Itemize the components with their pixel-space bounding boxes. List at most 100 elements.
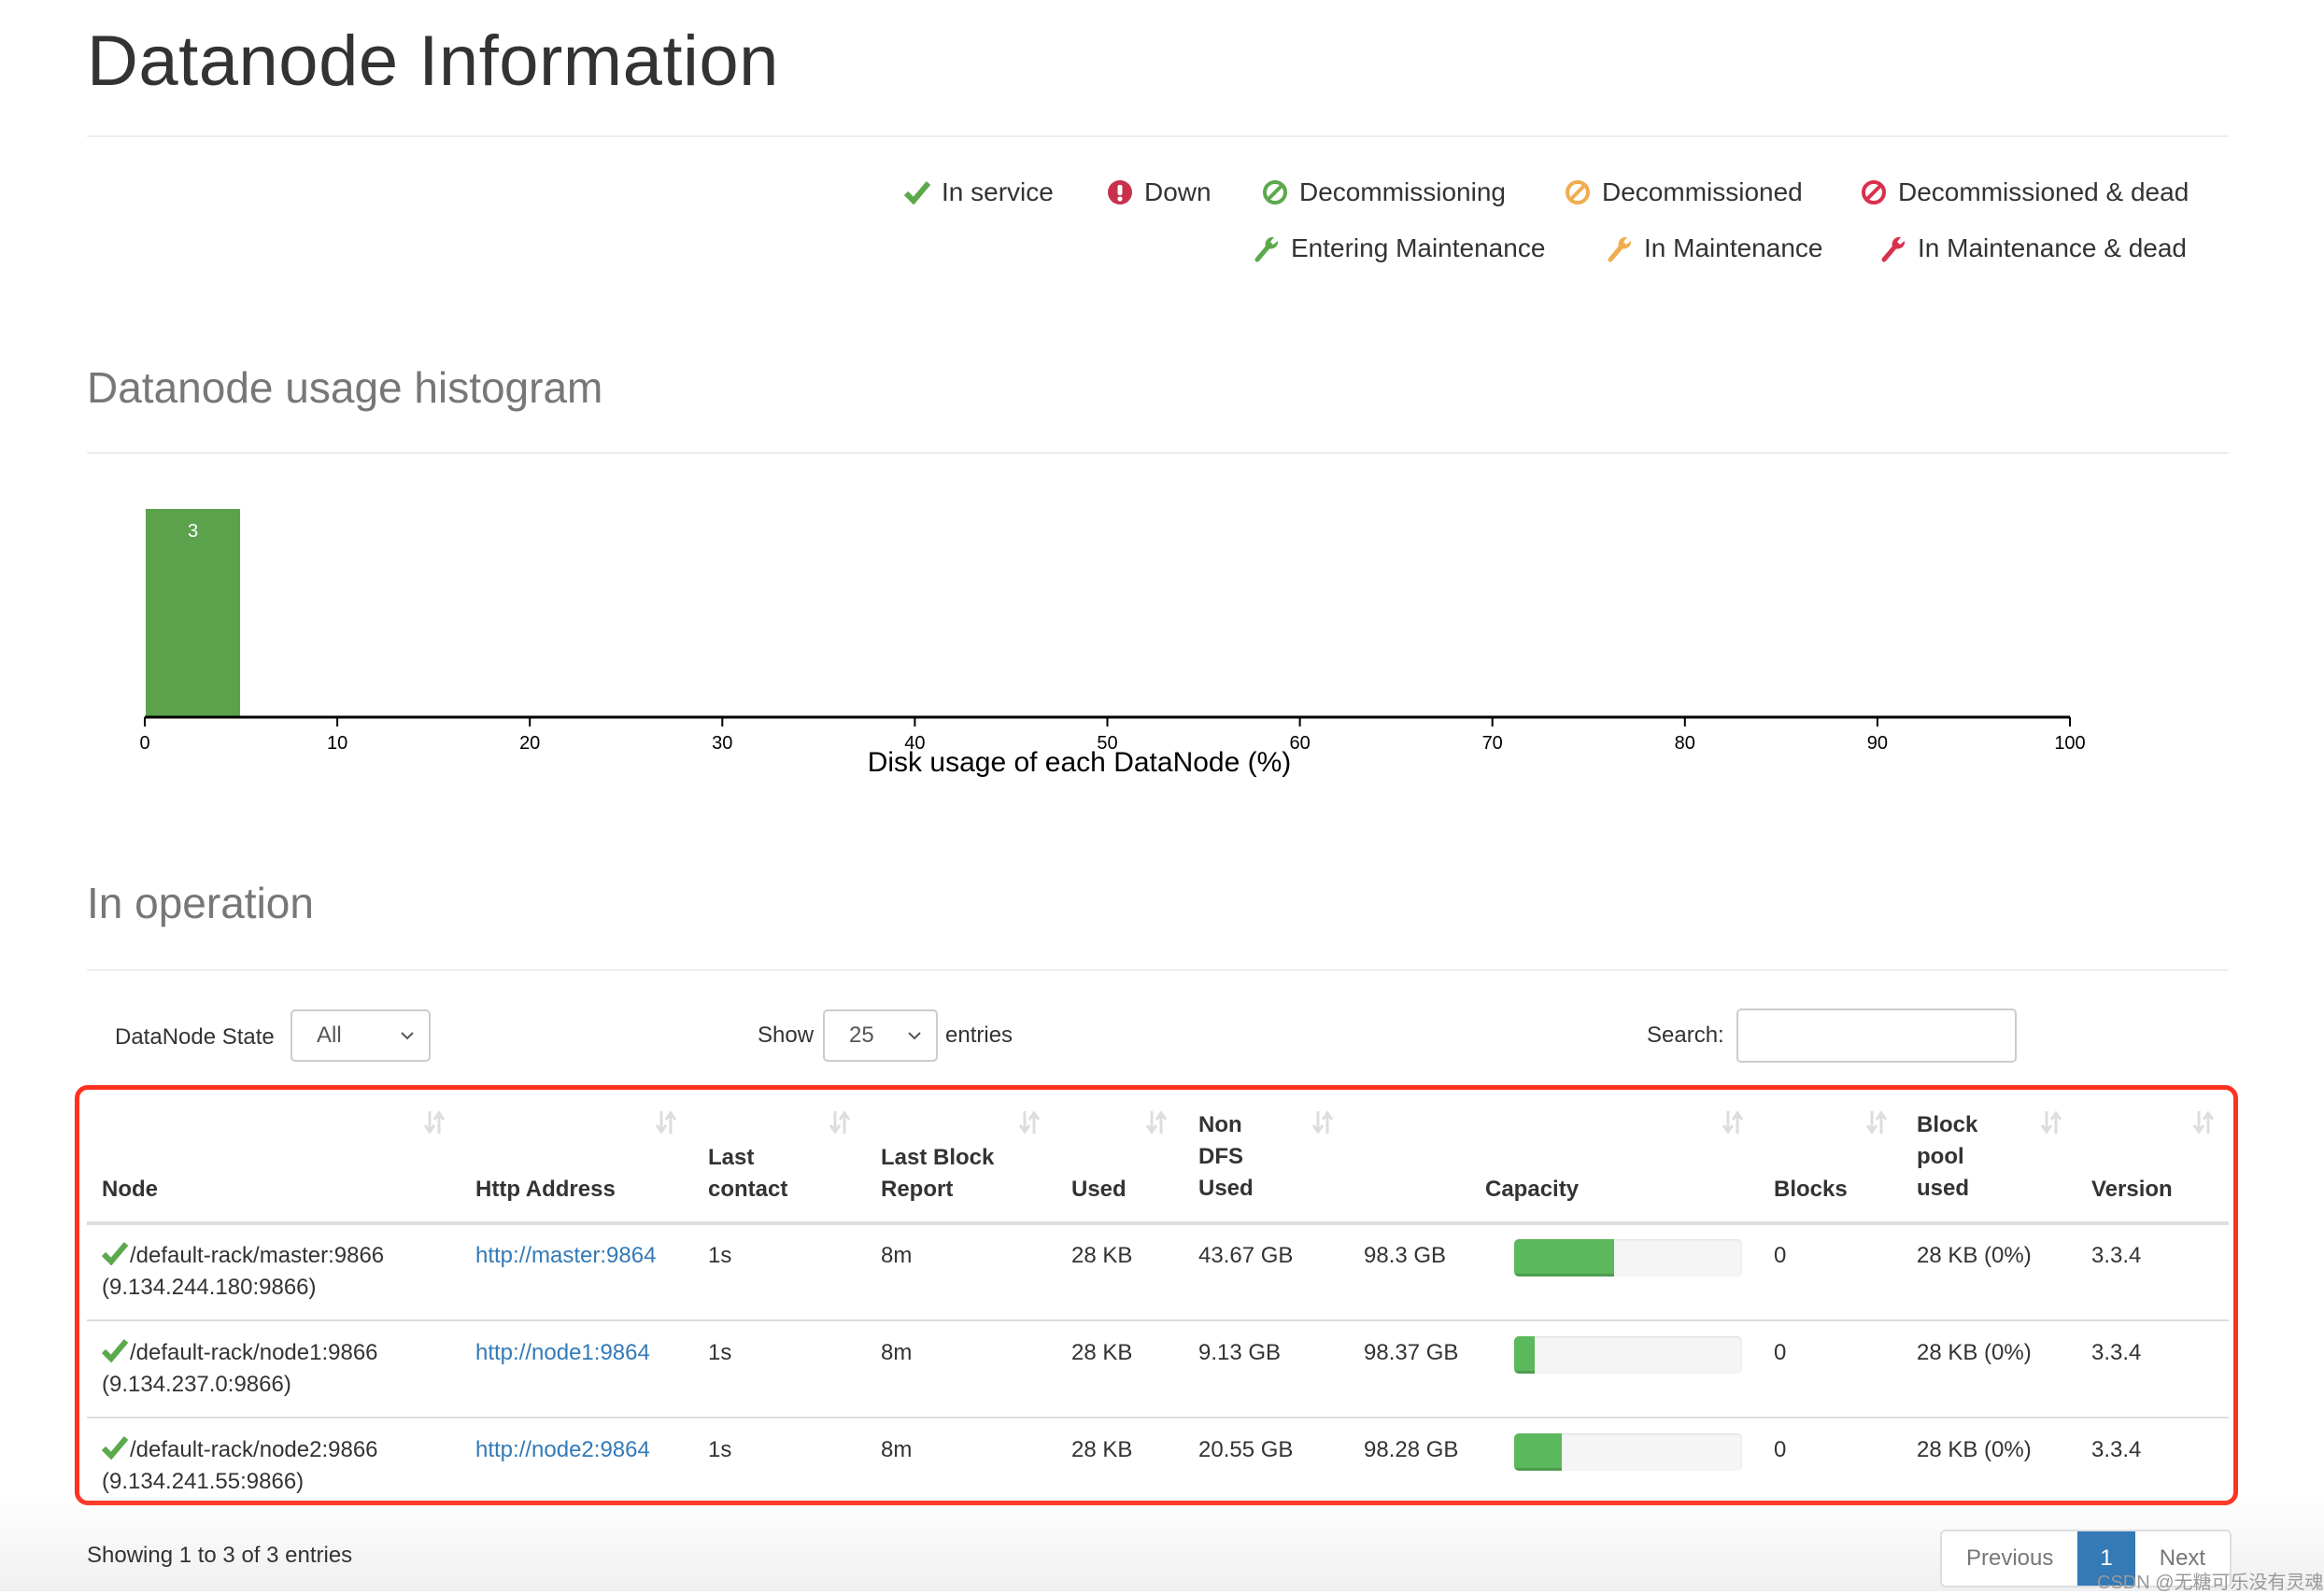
block-pool-used: 28 KB (0%) — [1917, 1243, 2032, 1268]
page-size-select[interactable]: 25 — [823, 1009, 938, 1062]
non-dfs-used: 43.67 GB — [1198, 1243, 1294, 1268]
search-label: Search: — [1647, 1023, 1724, 1048]
legend-label: In Maintenance — [1644, 233, 1823, 262]
wrench-icon — [1254, 236, 1279, 262]
chevron-down-icon — [401, 1032, 414, 1040]
column-header-block-pool-used[interactable]: Block pool used — [1917, 1109, 1977, 1205]
http-address-link[interactable]: http://node1:9864 — [475, 1337, 650, 1369]
x-tick-label: 30 — [712, 733, 732, 754]
divider — [87, 452, 2229, 454]
x-tick-label: 10 — [327, 733, 347, 754]
sort-icon[interactable] — [1721, 1109, 1745, 1136]
column-header-non-dfs-used[interactable]: Non DFS Used — [1198, 1109, 1254, 1205]
capacity-progress-bar — [1514, 1433, 1742, 1471]
capacity-progress-fill — [1514, 1336, 1535, 1374]
sort-icon[interactable] — [828, 1109, 852, 1136]
node-ip: (9.134.241.55:9866) — [102, 1469, 305, 1494]
column-header-last-block-report[interactable]: Last Block Report — [881, 1142, 994, 1206]
x-tick-label: 70 — [1482, 733, 1503, 754]
x-tick-label: 80 — [1675, 733, 1695, 754]
capacity-progress-bar — [1514, 1336, 1742, 1374]
blocks: 0 — [1774, 1437, 1787, 1462]
column-header-label: Http Address — [475, 1177, 616, 1202]
column-header-node[interactable]: Node — [102, 1174, 158, 1206]
capacity-progress-fill — [1514, 1433, 1563, 1471]
legend-label: Decommissioned & dead — [1898, 177, 2189, 206]
non-dfs-used: 20.55 GB — [1198, 1437, 1294, 1462]
divider — [87, 969, 2229, 971]
exclamation-circle-icon — [1108, 180, 1132, 205]
column-header-version[interactable]: Version — [2091, 1174, 2173, 1206]
divider — [87, 135, 2229, 137]
last-contact: 1s — [708, 1437, 732, 1462]
legend-label: In service — [942, 177, 1054, 206]
block-pool-used: 28 KB (0%) — [1917, 1437, 2032, 1462]
ban-icon — [1566, 180, 1590, 205]
version: 3.3.4 — [2091, 1437, 2142, 1462]
x-tick-label: 60 — [1289, 733, 1310, 754]
check-icon — [102, 1339, 128, 1362]
column-header-used[interactable]: Used — [1071, 1174, 1127, 1206]
column-header-label: Report — [881, 1177, 954, 1202]
x-tick-label: 20 — [519, 733, 540, 754]
page-title: Datanode Information — [87, 21, 779, 101]
sort-icon[interactable] — [1144, 1109, 1169, 1136]
datanode-state-select[interactable]: All — [290, 1009, 431, 1062]
sort-icon[interactable] — [1017, 1109, 1042, 1136]
last-block-report: 8m — [881, 1437, 913, 1462]
entries-label: entries — [945, 1023, 1013, 1048]
block-pool-used: 28 KB (0%) — [1917, 1340, 2032, 1365]
x-tick-label: 0 — [139, 733, 149, 754]
legend-decommissioned-dead: Decommissioned & dead — [1861, 177, 2189, 207]
sort-icon[interactable] — [2039, 1109, 2063, 1136]
column-header-label: Blocks — [1774, 1177, 1848, 1202]
sort-icon[interactable] — [2191, 1109, 2216, 1136]
column-header-label: Non — [1198, 1112, 1242, 1137]
previous-button[interactable]: Previous — [1942, 1531, 2077, 1586]
column-header-capacity[interactable]: Capacity — [1485, 1174, 1579, 1206]
sort-icon[interactable] — [1864, 1109, 1889, 1136]
http-address-link[interactable]: http://node2:9864 — [475, 1434, 650, 1466]
usage-histogram: 3 0 10 20 30 40 50 60 70 80 90 100 Disk usage of e… — [139, 509, 2086, 778]
column-header-blocks[interactable]: Blocks — [1774, 1174, 1848, 1206]
column-header-http-address[interactable]: Http Address — [475, 1174, 616, 1206]
column-header-label: Version — [2091, 1177, 2173, 1202]
watermark: CSDN @无糖可乐没有灵魂 — [2097, 1573, 2324, 1593]
check-icon — [102, 1242, 128, 1265]
used: 28 KB — [1071, 1437, 1133, 1462]
show-label: Show — [758, 1023, 815, 1048]
node-name: /default-rack/master:9866 — [130, 1243, 385, 1268]
legend-decommissioned: Decommissioned — [1565, 177, 1803, 207]
http-address-link[interactable]: http://master:9864 — [475, 1240, 656, 1272]
sort-icon[interactable] — [654, 1109, 678, 1136]
non-dfs-used: 9.13 GB — [1198, 1340, 1282, 1365]
last-block-report: 8m — [881, 1243, 913, 1268]
node-ip: (9.134.244.180:9866) — [102, 1275, 317, 1300]
legend-in-maintenance-dead: In Maintenance & dead — [1880, 233, 2187, 263]
column-header-last-contact[interactable]: Last contact — [708, 1142, 787, 1206]
column-header-label: Used — [1198, 1176, 1254, 1201]
wrench-icon — [1881, 236, 1906, 262]
sort-icon[interactable] — [422, 1109, 446, 1136]
column-header-label: contact — [708, 1177, 788, 1202]
histogram-heading: Datanode usage histogram — [87, 363, 603, 412]
column-header-label: Used — [1071, 1177, 1127, 1202]
table-header-border — [87, 1221, 2229, 1225]
node-name: /default-rack/node2:9866 — [130, 1437, 378, 1462]
row-divider — [87, 1319, 2229, 1321]
highlight-frame — [75, 1085, 2238, 1505]
search-input[interactable] — [1736, 1009, 2017, 1063]
blocks: 0 — [1774, 1243, 1787, 1268]
row-divider — [87, 1417, 2229, 1418]
last-contact: 1s — [708, 1340, 732, 1365]
capacity-progress-fill — [1514, 1239, 1615, 1277]
column-header-label: Node — [102, 1177, 158, 1202]
x-axis-label: Disk usage of each DataNode (%) — [868, 747, 1292, 778]
used: 28 KB — [1071, 1340, 1133, 1365]
capacity: 98.3 GB — [1364, 1243, 1447, 1268]
operation-heading: In operation — [87, 879, 314, 927]
blocks: 0 — [1774, 1340, 1787, 1365]
sort-icon[interactable] — [1311, 1109, 1335, 1136]
legend-decommissioning: Decommissioning — [1262, 177, 1506, 207]
page-size-value: 25 — [849, 1023, 874, 1048]
